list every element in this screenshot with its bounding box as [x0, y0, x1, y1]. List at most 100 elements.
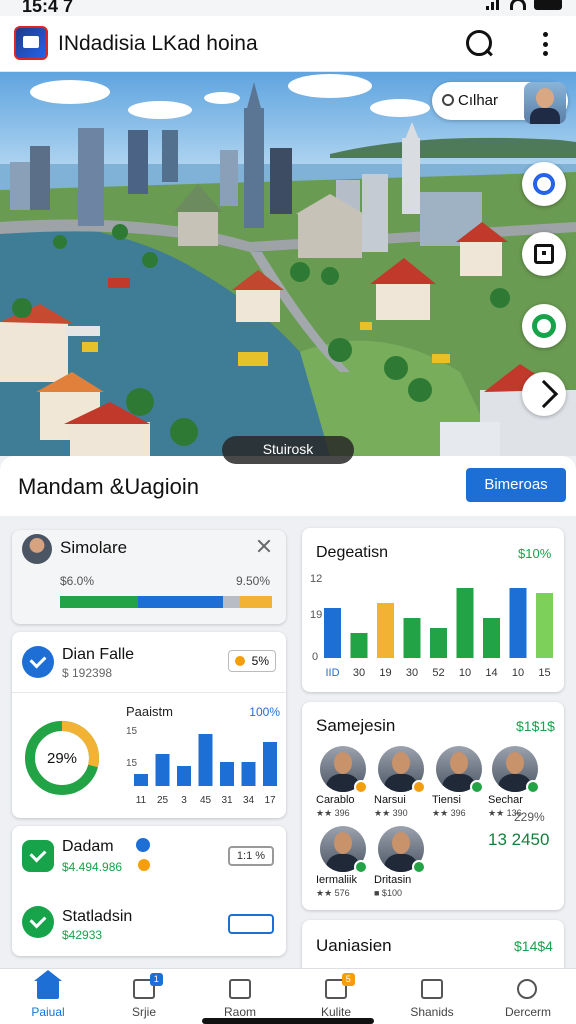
card-amount: $14$4 [514, 938, 553, 954]
progress-segment [240, 596, 272, 608]
dadam-card[interactable]: Dadam $4.494.986 1:1 % Statladsin $42933 [12, 826, 286, 956]
nav-label: Dercerm [504, 1005, 551, 1019]
status-badge [354, 860, 368, 874]
donut-chart: 29% [25, 721, 99, 795]
y-tick: 15 [126, 726, 138, 737]
bar [134, 774, 148, 786]
card-subtitle: $ 192398 [62, 666, 113, 680]
route-icon [529, 379, 559, 409]
percent-badge: $10% [518, 546, 552, 561]
nav-item-kulite[interactable]: Kulite 5 [288, 969, 384, 1024]
nav-label: Paiual [31, 1005, 65, 1019]
person-card[interactable]: Narsui ★★ 390 [372, 746, 432, 818]
warning-icon [138, 859, 150, 871]
route-fab[interactable] [522, 372, 566, 416]
person-rating: ★★ 396 [432, 808, 466, 818]
bag-fab[interactable] [522, 232, 566, 276]
person-rating: ★★ 576 [316, 888, 350, 898]
samejesin-card[interactable]: Samejesin $1$1$ Carablo ★★ 396 Narsui ★★ 39… [302, 702, 564, 910]
sheet-title: Mandam &Uagioin [18, 474, 199, 499]
nav-item-raom[interactable]: Raom [192, 969, 288, 1024]
row-chip[interactable]: 1:1 % [228, 846, 274, 866]
profile-avatar[interactable] [524, 82, 566, 124]
person-card[interactable]: Dritasin ■ $100 [372, 826, 432, 898]
nav-label: Raom [223, 1005, 256, 1019]
bar [220, 762, 234, 786]
row-value: $42933 [62, 928, 103, 942]
x-tick-label: IID [325, 667, 339, 679]
notification-badge: 1 [149, 973, 163, 986]
bar [324, 608, 341, 658]
person-name: Narsui [374, 794, 406, 806]
y-tick: 19 [310, 609, 322, 621]
card-title: Degeatisn [316, 544, 389, 561]
card-amount: $1$1$ [516, 718, 555, 734]
x-tick-label: 11 [136, 795, 147, 806]
app-logo-icon[interactable] [14, 26, 48, 60]
person-card[interactable]: Carablo ★★ 396 [314, 746, 374, 818]
wifi-icon [510, 0, 526, 10]
toggle-chip[interactable] [228, 914, 274, 934]
bar [198, 734, 213, 786]
nav-item-srjie[interactable]: Srjie 1 [96, 969, 192, 1024]
nav-label: Srjie [131, 1005, 156, 1019]
home-indicator [202, 1018, 374, 1024]
bar [403, 618, 421, 658]
status-badge [470, 780, 484, 794]
x-tick-label: 10 [459, 667, 471, 679]
city-map[interactable]: Cılhar [0, 72, 576, 456]
bar [509, 588, 527, 658]
gallery-icon [229, 979, 251, 999]
segmented-progress-bar [60, 596, 272, 608]
person-card[interactable]: Sechar ★★ 136 [486, 746, 546, 818]
bar [241, 762, 256, 786]
chart-title: Paaistm [126, 704, 173, 719]
percent-badge[interactable]: 5% [228, 650, 276, 672]
row-title: Dadam [62, 838, 114, 855]
uaniasien-card[interactable]: Uaniasien $14$4 [302, 920, 564, 968]
x-tick-label: 15 [538, 667, 550, 679]
bag-icon [534, 244, 554, 264]
x-tick-label: 30 [406, 667, 418, 679]
location-pin-icon [442, 94, 454, 106]
person-card[interactable]: Iermaliik ★★ 576 [314, 826, 374, 898]
bar [155, 754, 170, 786]
progress-segment [60, 596, 139, 608]
status-icons [486, 0, 562, 10]
person-card[interactable]: Tiensi ★★ 396 [430, 746, 490, 818]
status-badge [412, 780, 426, 794]
card-title: Simolare [60, 538, 128, 557]
close-icon[interactable] [256, 538, 272, 554]
link-fab[interactable] [522, 162, 566, 206]
dot-icon [235, 656, 245, 666]
avatar [22, 534, 52, 564]
app-title: INdadisia LKad hoina [58, 32, 258, 55]
nav-item-paiual[interactable]: Paiual [0, 969, 96, 1024]
dian-card[interactable]: Dian Falle $ 192398 5% 29% Paaistm 100% … [12, 632, 286, 818]
x-tick-label: 34 [243, 795, 255, 806]
row-value: $4.494.986 [62, 860, 123, 874]
x-tick-label: 31 [221, 795, 233, 806]
degeatisn-card[interactable]: Degeatisn $10% 12 19 0 IID 30 19 30 52 10 14 10… [302, 528, 564, 692]
chart-badge: 100% [249, 705, 280, 719]
simolare-card[interactable]: Simolare $6.0% 9.50% [12, 530, 286, 624]
app-bar: INdadisia LKad hoina [0, 16, 576, 72]
person-name: Tiensi [432, 794, 461, 806]
y-tick: 12 [310, 574, 322, 585]
check-circle-icon [22, 906, 54, 938]
status-bar: 15:4 7 [0, 0, 576, 16]
degeatisn-bar-chart: 12 19 0 IID 30 19 30 52 10 14 10 15 [310, 574, 553, 679]
ring-fab[interactable] [522, 304, 566, 348]
nav-item-dercerm[interactable]: Dercerm [480, 969, 576, 1024]
profile-icon [517, 979, 537, 999]
info-icon[interactable] [136, 838, 150, 852]
profile-chip-label: Cılhar [458, 92, 499, 109]
nav-item-shanids[interactable]: Shanids [384, 969, 480, 1024]
primary-action-button[interactable]: Bimeroas [466, 468, 566, 502]
person-rating: ■ $100 [374, 888, 402, 898]
x-tick-label: 19 [379, 667, 391, 679]
more-menu-icon[interactable] [536, 32, 554, 56]
battery-icon [534, 0, 562, 10]
search-icon[interactable] [466, 30, 492, 56]
map-location-tag[interactable]: Stuirosk [222, 436, 354, 464]
